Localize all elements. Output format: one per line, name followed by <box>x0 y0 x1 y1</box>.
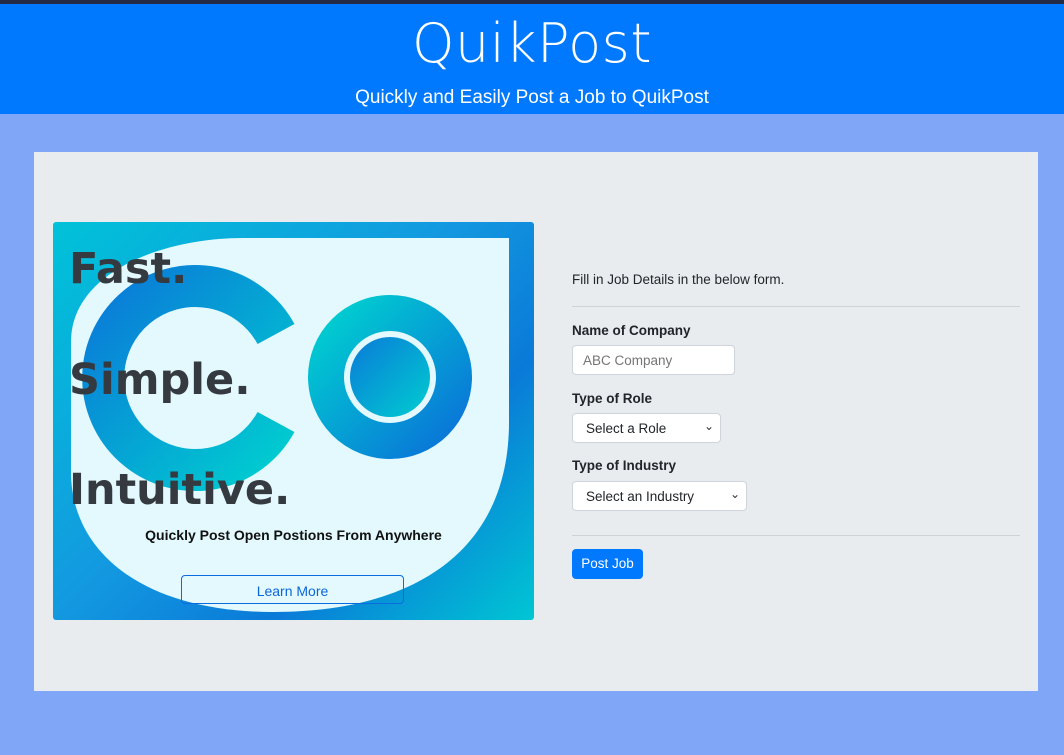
role-label: Type of Role <box>572 391 653 406</box>
brand-title: QuikPost <box>412 12 652 75</box>
post-job-button[interactable]: Post Job <box>572 549 643 579</box>
learn-more-button[interactable]: Learn More <box>181 575 404 604</box>
industry-label: Type of Industry <box>572 458 677 473</box>
industry-select-value: Select an Industry <box>586 489 695 504</box>
hero-subtitle: Quickly Post Open Postions From Anywhere <box>145 527 442 543</box>
industry-select[interactable]: Select an Industry ⌄ <box>572 481 747 511</box>
page-header: QuikPost Quickly and Easily Post a Job t… <box>0 4 1064 114</box>
company-label: Name of Company <box>572 323 691 338</box>
hero-card: Fast. Simple. Intuitive. Quickly Post Op… <box>53 222 534 620</box>
brand-tagline: Quickly and Easily Post a Job to QuikPos… <box>355 87 709 108</box>
chevron-down-icon: ⌄ <box>703 419 714 433</box>
jumbotron-panel: Fast. Simple. Intuitive. Quickly Post Op… <box>34 152 1038 691</box>
chevron-down-icon: ⌄ <box>729 487 740 501</box>
hero-word-fast: Fast. <box>69 244 188 294</box>
hero-word-simple: Simple. <box>69 355 251 405</box>
form-intro: Fill in Job Details in the below form. <box>572 272 785 287</box>
divider <box>572 535 1020 536</box>
hero-word-intuitive: Intuitive. <box>69 465 291 515</box>
job-form: Fill in Job Details in the below form. N… <box>572 152 1020 691</box>
divider <box>572 306 1020 307</box>
role-select[interactable]: Select a Role ⌄ <box>572 413 721 443</box>
company-name-input[interactable] <box>572 345 735 375</box>
role-select-value: Select a Role <box>586 421 667 436</box>
